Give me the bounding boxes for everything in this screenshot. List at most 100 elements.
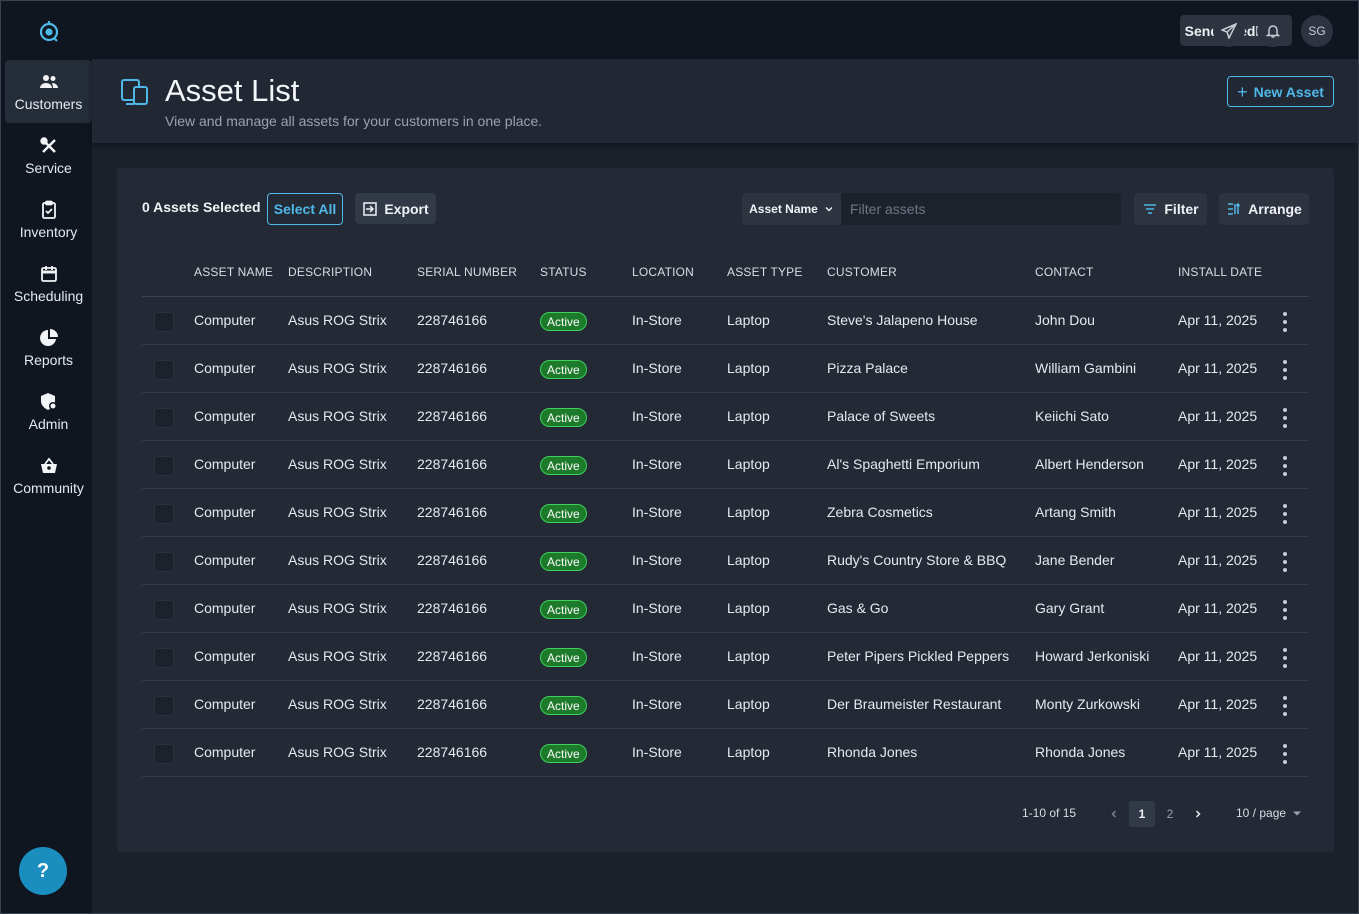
filter-button[interactable]: Filter bbox=[1134, 193, 1207, 225]
table-row[interactable]: Computer Asus ROG Strix 228746166 In-Store L… bbox=[142, 297, 1309, 345]
cell-serial-number: 228746166 bbox=[417, 504, 488, 520]
col-description[interactable]: DESCRIPTION bbox=[288, 265, 372, 279]
avatar[interactable]: SG bbox=[1301, 15, 1333, 47]
col-asset-type[interactable]: ASSET TYPE bbox=[727, 265, 803, 279]
cell-install-date: Apr 11, 2025 bbox=[1178, 312, 1258, 328]
export-icon bbox=[363, 201, 378, 216]
filter-label: Filter bbox=[1164, 201, 1199, 217]
cell-install-date: Apr 11, 2025 bbox=[1178, 600, 1258, 616]
send-icon-button[interactable] bbox=[1213, 15, 1245, 47]
table-row[interactable]: Computer Asus ROG Strix 228746166 In-Store L… bbox=[142, 441, 1309, 489]
col-serial-number[interactable]: SERIAL NUMBER bbox=[417, 265, 517, 279]
page-button-1[interactable]: 1 bbox=[1129, 801, 1155, 827]
row-menu-kebab-icon[interactable] bbox=[1280, 504, 1290, 524]
sidebar-item-service[interactable]: Service bbox=[5, 124, 92, 187]
cell-contact: John Dou bbox=[1035, 312, 1095, 328]
page-size-select[interactable]: 10 / page bbox=[1236, 806, 1302, 820]
app-logo-icon[interactable] bbox=[37, 19, 61, 43]
cell-asset-name: Computer bbox=[194, 360, 256, 376]
table-row[interactable]: Computer Asus ROG Strix 228746166 In-Store L… bbox=[142, 585, 1309, 633]
cell-customer: Pizza Palace bbox=[827, 360, 908, 376]
table-row[interactable]: Computer Asus ROG Strix 228746166 In-Store L… bbox=[142, 537, 1309, 585]
cell-install-date: Apr 11, 2025 bbox=[1178, 456, 1258, 472]
cell-asset-type: Laptop bbox=[727, 696, 770, 712]
table-row[interactable]: Computer Asus ROG Strix 228746166 In-Store L… bbox=[142, 681, 1309, 729]
row-checkbox[interactable] bbox=[154, 648, 174, 668]
search-input[interactable] bbox=[841, 193, 1121, 225]
col-asset-name[interactable]: ASSET NAME bbox=[194, 265, 273, 279]
sidebar-item-admin[interactable]: Admin bbox=[5, 380, 92, 443]
row-menu-kebab-icon[interactable] bbox=[1280, 744, 1290, 764]
col-customer[interactable]: CUSTOMER bbox=[827, 265, 897, 279]
col-location[interactable]: LOCATION bbox=[632, 265, 694, 279]
sidebar-item-community[interactable]: Community bbox=[5, 444, 92, 507]
row-checkbox[interactable] bbox=[154, 552, 174, 572]
row-menu-kebab-icon[interactable] bbox=[1280, 696, 1290, 716]
status-badge: Active bbox=[540, 504, 587, 523]
status-badge: Active bbox=[540, 648, 587, 667]
cell-asset-type: Laptop bbox=[727, 312, 770, 328]
cell-asset-name: Computer bbox=[194, 408, 256, 424]
col-contact[interactable]: CONTACT bbox=[1035, 265, 1094, 279]
row-menu-kebab-icon[interactable] bbox=[1280, 648, 1290, 668]
page-button-2[interactable]: 2 bbox=[1157, 801, 1183, 827]
row-checkbox[interactable] bbox=[154, 456, 174, 476]
table-row[interactable]: Computer Asus ROG Strix 228746166 In-Store L… bbox=[142, 489, 1309, 537]
table-row[interactable]: Computer Asus ROG Strix 228746166 In-Store L… bbox=[142, 729, 1309, 777]
cell-contact: Gary Grant bbox=[1035, 600, 1105, 616]
row-checkbox[interactable] bbox=[154, 312, 174, 332]
row-checkbox[interactable] bbox=[154, 408, 174, 428]
row-menu-kebab-icon[interactable] bbox=[1280, 456, 1290, 476]
row-menu-kebab-icon[interactable] bbox=[1280, 408, 1290, 428]
search-field-select[interactable]: Asset Name bbox=[742, 193, 841, 225]
new-asset-label: New Asset bbox=[1253, 83, 1324, 100]
cell-asset-name: Computer bbox=[194, 552, 256, 568]
row-menu-kebab-icon[interactable] bbox=[1280, 600, 1290, 620]
sidebar-item-customers[interactable]: Customers bbox=[5, 60, 92, 123]
status-badge: Active bbox=[540, 312, 587, 331]
arrange-button[interactable]: Arrange bbox=[1219, 193, 1309, 225]
row-menu-kebab-icon[interactable] bbox=[1280, 312, 1290, 332]
sidebar-item-inventory[interactable]: Inventory bbox=[5, 188, 92, 251]
arrange-icon bbox=[1228, 202, 1241, 215]
prev-page-button[interactable] bbox=[1101, 801, 1127, 827]
calendar-icon bbox=[39, 264, 59, 284]
next-page-button[interactable] bbox=[1185, 801, 1211, 827]
row-checkbox[interactable] bbox=[154, 504, 174, 524]
caret-down-icon bbox=[1293, 811, 1302, 816]
page-header: Asset List View and manage all assets fo… bbox=[92, 59, 1358, 143]
new-asset-button[interactable]: + New Asset bbox=[1227, 76, 1334, 107]
arrange-label: Arrange bbox=[1248, 201, 1302, 217]
select-all-button[interactable]: Select All bbox=[267, 193, 343, 225]
notifications-button[interactable] bbox=[1257, 15, 1289, 47]
row-menu-kebab-icon[interactable] bbox=[1280, 552, 1290, 572]
row-checkbox[interactable] bbox=[154, 744, 174, 764]
col-status[interactable]: STATUS bbox=[540, 265, 587, 279]
sidebar-item-scheduling[interactable]: Scheduling bbox=[5, 252, 92, 315]
help-button[interactable]: ? bbox=[19, 847, 67, 895]
paper-plane-icon bbox=[1221, 23, 1237, 39]
export-button[interactable]: Export bbox=[355, 193, 436, 224]
row-checkbox[interactable] bbox=[154, 360, 174, 380]
sidebar-item-label: Admin bbox=[28, 415, 69, 432]
sidebar-item-reports[interactable]: Reports bbox=[5, 316, 92, 379]
table-row[interactable]: Computer Asus ROG Strix 228746166 In-Store L… bbox=[142, 393, 1309, 441]
status-badge: Active bbox=[540, 456, 587, 475]
cell-location: In-Store bbox=[632, 360, 682, 376]
cell-install-date: Apr 11, 2025 bbox=[1178, 552, 1258, 568]
cell-description: Asus ROG Strix bbox=[288, 552, 387, 568]
cell-asset-type: Laptop bbox=[727, 744, 770, 760]
cell-customer: Peter Pipers Pickled Peppers bbox=[827, 648, 1010, 664]
avatar-initials: SG bbox=[1308, 24, 1326, 38]
col-install-date[interactable]: INSTALL DATE bbox=[1178, 265, 1262, 279]
cell-contact: Rhonda Jones bbox=[1035, 744, 1126, 760]
cell-contact: Monty Zurkowski bbox=[1035, 696, 1141, 712]
sidebar-item-label: Reports bbox=[23, 351, 74, 368]
row-checkbox[interactable] bbox=[154, 600, 174, 620]
row-menu-kebab-icon[interactable] bbox=[1280, 360, 1290, 380]
table-row[interactable]: Computer Asus ROG Strix 228746166 In-Store L… bbox=[142, 633, 1309, 681]
table-row[interactable]: Computer Asus ROG Strix 228746166 In-Store L… bbox=[142, 345, 1309, 393]
filter-icon bbox=[1144, 204, 1157, 214]
cell-customer: Rhonda Jones bbox=[827, 744, 918, 760]
row-checkbox[interactable] bbox=[154, 696, 174, 716]
